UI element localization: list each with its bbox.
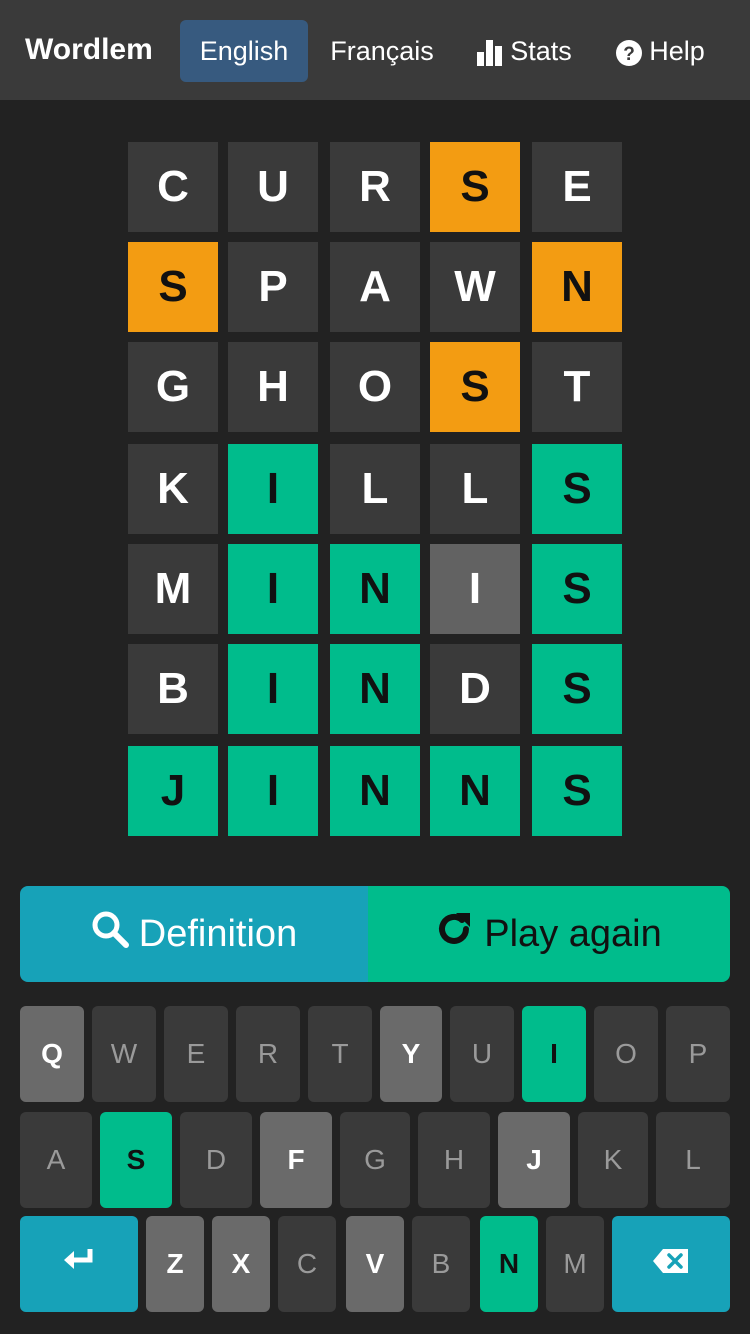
question-circle-icon: ?	[615, 39, 643, 67]
nav-english-label: English	[199, 36, 289, 66]
board-tile: L	[430, 444, 520, 534]
backspace-icon	[652, 1248, 690, 1281]
nav-francais[interactable]: Français	[318, 20, 446, 82]
board-tile: H	[228, 342, 318, 432]
key-a[interactable]: A	[20, 1112, 92, 1208]
board-tile: S	[430, 142, 520, 232]
nav-english[interactable]: English	[180, 20, 308, 82]
key-f[interactable]: F	[260, 1112, 332, 1208]
board-tile: P	[228, 242, 318, 332]
nav-help[interactable]: ? Help	[604, 20, 716, 82]
key-x[interactable]: X	[212, 1216, 270, 1312]
bar-chart-icon	[476, 39, 504, 66]
key-b[interactable]: B	[412, 1216, 470, 1312]
navbar: Wordlem English Français Stats ? Help	[0, 0, 750, 100]
search-icon	[91, 910, 139, 958]
key-r[interactable]: R	[236, 1006, 300, 1102]
svg-text:?: ?	[623, 44, 635, 65]
key-i[interactable]: I	[522, 1006, 586, 1102]
backspace-key[interactable]	[612, 1216, 730, 1312]
board-tile: S	[128, 242, 218, 332]
board-tile: I	[228, 644, 318, 734]
key-k[interactable]: K	[578, 1112, 648, 1208]
brand-logo[interactable]: Wordlem	[25, 30, 153, 70]
board-tile: J	[128, 746, 218, 836]
board-tile: R	[330, 142, 420, 232]
play-again-button[interactable]: Play again	[368, 886, 730, 982]
board-tile: C	[128, 142, 218, 232]
board-tile: E	[532, 142, 622, 232]
board-tile: T	[532, 342, 622, 432]
key-s[interactable]: S	[100, 1112, 172, 1208]
key-z[interactable]: Z	[146, 1216, 204, 1312]
key-j[interactable]: J	[498, 1112, 570, 1208]
board-tile: A	[330, 242, 420, 332]
key-v[interactable]: V	[346, 1216, 404, 1312]
board-tile: W	[430, 242, 520, 332]
key-d[interactable]: D	[180, 1112, 252, 1208]
key-p[interactable]: P	[666, 1006, 730, 1102]
nav-stats-label: Stats	[510, 36, 572, 66]
key-o[interactable]: O	[594, 1006, 658, 1102]
key-y[interactable]: Y	[380, 1006, 442, 1102]
definition-label: Definition	[138, 912, 298, 955]
key-c[interactable]: C	[278, 1216, 336, 1312]
board-tile: O	[330, 342, 420, 432]
board-tile: N	[330, 544, 420, 634]
board-tile: S	[532, 746, 622, 836]
key-n[interactable]: N	[480, 1216, 538, 1312]
key-g[interactable]: G	[340, 1112, 410, 1208]
key-u[interactable]: U	[450, 1006, 514, 1102]
key-e[interactable]: E	[164, 1006, 228, 1102]
board-tile: U	[228, 142, 318, 232]
key-t[interactable]: T	[308, 1006, 372, 1102]
board-tile: K	[128, 444, 218, 534]
nav-francais-label: Français	[330, 36, 434, 66]
board-tile: S	[532, 444, 622, 534]
redo-icon	[436, 910, 484, 958]
board-tile: I	[228, 544, 318, 634]
board-tile: I	[228, 746, 318, 836]
board-tile: G	[128, 342, 218, 432]
board-tile: N	[532, 242, 622, 332]
key-h[interactable]: H	[418, 1112, 490, 1208]
board-tile: N	[430, 746, 520, 836]
board-tile: I	[430, 544, 520, 634]
board-tile: B	[128, 644, 218, 734]
enter-key[interactable]	[20, 1216, 138, 1312]
board-tile: S	[430, 342, 520, 432]
nav-stats[interactable]: Stats	[462, 20, 586, 82]
key-q[interactable]: Q	[20, 1006, 84, 1102]
board-tile: N	[330, 746, 420, 836]
key-w[interactable]: W	[92, 1006, 156, 1102]
nav-help-label: Help	[649, 36, 705, 66]
board-tile: S	[532, 644, 622, 734]
board-tile: L	[330, 444, 420, 534]
key-m[interactable]: M	[546, 1216, 604, 1312]
board-tile: I	[228, 444, 318, 534]
definition-button[interactable]: Definition	[20, 886, 368, 982]
enter-icon	[62, 1246, 96, 1283]
board-tile: S	[532, 544, 622, 634]
board-tile: N	[330, 644, 420, 734]
board-tile: D	[430, 644, 520, 734]
key-l[interactable]: L	[656, 1112, 730, 1208]
board-tile: M	[128, 544, 218, 634]
play-again-label: Play again	[484, 912, 662, 955]
